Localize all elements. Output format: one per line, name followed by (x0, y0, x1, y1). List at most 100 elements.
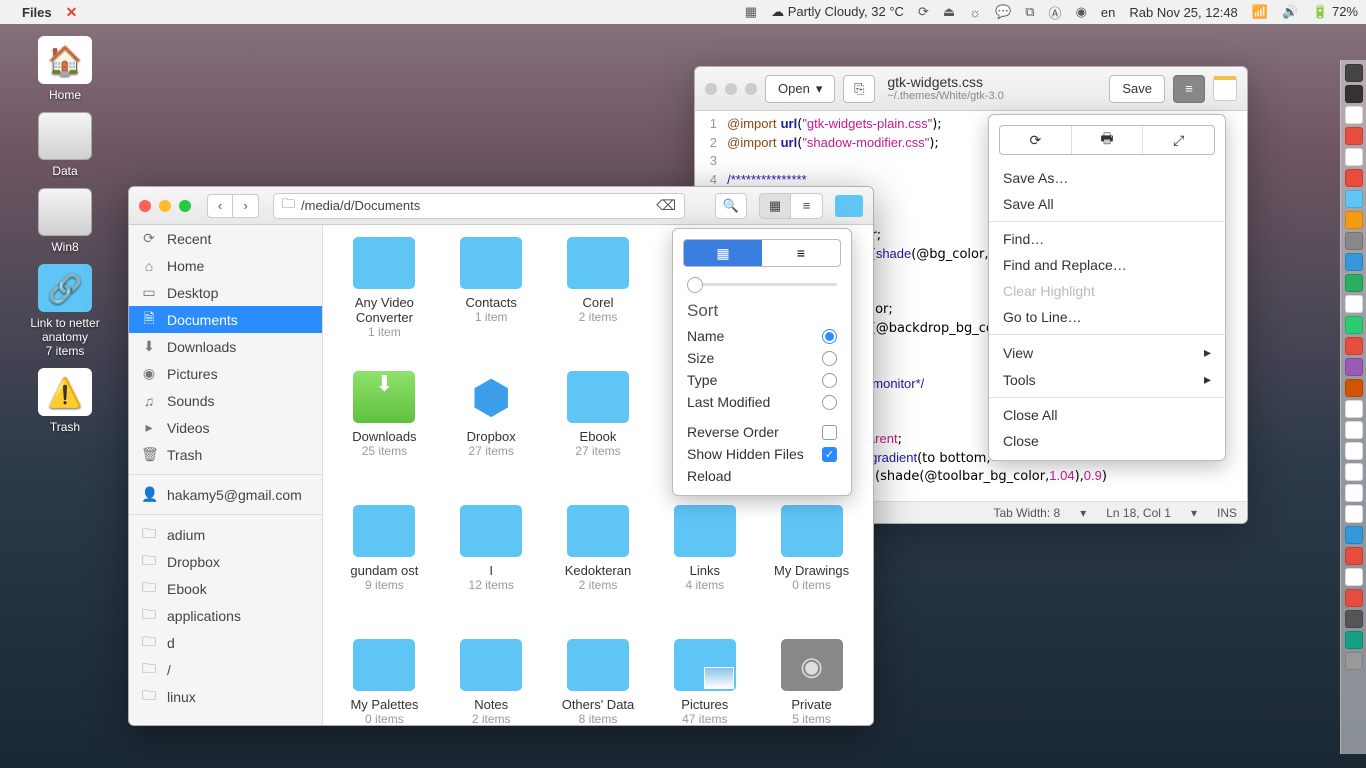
close-icon[interactable]: ✕ (66, 4, 78, 21)
dock-item[interactable] (1345, 127, 1363, 145)
chat-icon[interactable]: 💬 (995, 4, 1011, 20)
a11y-icon[interactable]: Ⓐ (1049, 3, 1062, 22)
clock[interactable]: Rab Nov 25, 12:48 (1129, 5, 1237, 20)
workspace-icon[interactable]: ⧉ (1025, 4, 1034, 20)
dock-item[interactable] (1345, 253, 1363, 271)
zoom-slider[interactable] (687, 277, 837, 291)
desktop-drive-data[interactable]: Data (20, 112, 110, 178)
path-bar[interactable]: 🗀 /media/d/Documents ⌫ (273, 193, 685, 219)
list-view-button[interactable]: ≡ (791, 193, 823, 219)
sidebar-bookmark[interactable]: 🗀/ (129, 656, 322, 683)
dock-item[interactable] (1345, 568, 1363, 586)
grid-icon[interactable]: ▦ (745, 4, 757, 20)
dock-item[interactable] (1345, 400, 1363, 418)
reverse-order-row[interactable]: Reverse Order (673, 421, 851, 443)
sidebar-bookmark[interactable]: 🗀linux (129, 683, 322, 710)
dock-item[interactable] (1345, 421, 1363, 439)
file-item[interactable]: Others' Data8 items (547, 639, 650, 725)
file-item[interactable]: Kedokteran2 items (547, 505, 650, 635)
menu-save-as[interactable]: Save As… (989, 165, 1225, 191)
forward-button[interactable]: › (233, 194, 259, 218)
sidebar-bookmark[interactable]: 🗀Dropbox (129, 548, 322, 575)
dock-item[interactable] (1345, 652, 1363, 670)
menu-goto-line[interactable]: Go to Line… (989, 304, 1225, 330)
menu-find[interactable]: Find… (989, 226, 1225, 252)
reverse-checkbox[interactable] (822, 425, 837, 440)
dock-item[interactable] (1345, 463, 1363, 481)
hidden-checkbox[interactable]: ✓ (822, 447, 837, 462)
file-item[interactable]: Pictures47 items (653, 639, 756, 725)
wifi-icon[interactable]: 📶 (1252, 4, 1268, 20)
sidebar-item[interactable]: ⟳Recent (129, 225, 322, 252)
file-item[interactable]: ⬢Dropbox27 items (440, 371, 543, 501)
sort-option[interactable]: Type (673, 369, 851, 391)
dock-item[interactable] (1345, 169, 1363, 187)
sidebar-bookmark[interactable]: 🗀d (129, 629, 322, 656)
file-item[interactable]: Contacts1 item (440, 237, 543, 367)
desktop-trash[interactable]: ⚠️Trash (20, 368, 110, 434)
brightness-icon[interactable]: ☼ (969, 5, 981, 20)
dock-item[interactable] (1345, 631, 1363, 649)
search-button[interactable]: 🔍 (715, 193, 747, 219)
sort-option[interactable]: Size (673, 347, 851, 369)
sidebar-bookmark[interactable]: 🗀Ebook (129, 575, 322, 602)
sync-icon[interactable]: ⟳ (918, 4, 929, 20)
dock-item[interactable] (1345, 526, 1363, 544)
show-hidden-row[interactable]: Show Hidden Files✓ (673, 443, 851, 465)
save-button[interactable]: Save (1109, 75, 1165, 103)
dock-item[interactable] (1345, 106, 1363, 124)
dock-item[interactable] (1345, 190, 1363, 208)
dock-item[interactable] (1345, 85, 1363, 103)
menu-save-all[interactable]: Save All (989, 191, 1225, 217)
sidebar-account[interactable]: 👤hakamy5@gmail.com (129, 481, 322, 508)
print-button[interactable]: 🖶 (1071, 126, 1143, 154)
dock-item[interactable] (1345, 505, 1363, 523)
dock-item[interactable] (1345, 337, 1363, 355)
lang-indicator[interactable]: en (1101, 5, 1115, 20)
sidebar-item[interactable]: ◉Pictures (129, 360, 322, 387)
new-tab-button[interactable]: ⎘ (843, 75, 875, 103)
reload-row[interactable]: Reload (673, 465, 851, 487)
back-button[interactable]: ‹ (207, 194, 233, 218)
gedit-traffic[interactable] (705, 83, 757, 95)
cursor-pos[interactable]: Ln 18, Col 1 (1106, 506, 1171, 520)
open-button[interactable]: Open ▾ (765, 75, 835, 103)
sidebar-item[interactable]: ▸Videos (129, 414, 322, 441)
location-icon[interactable]: ◉ (1076, 4, 1087, 20)
dock-item[interactable] (1345, 211, 1363, 229)
view-grid-toggle[interactable]: ▦ (684, 240, 762, 266)
dock-item[interactable] (1345, 358, 1363, 376)
sidebar-item[interactable]: ♫Sounds (129, 387, 322, 414)
dock-item[interactable] (1345, 589, 1363, 607)
dock-item[interactable] (1345, 316, 1363, 334)
fullscreen-button[interactable]: ⤢ (1142, 126, 1214, 154)
reload-button[interactable]: ⟳ (1000, 126, 1071, 154)
view-list-toggle[interactable]: ≡ (762, 240, 840, 266)
file-item[interactable]: ◉Private5 items (760, 639, 863, 725)
sidebar-item[interactable]: ▭Desktop (129, 279, 322, 306)
file-item[interactable]: ⬇Downloads25 items (333, 371, 436, 501)
file-item[interactable]: Ebook27 items (547, 371, 650, 501)
file-item[interactable]: My Palettes0 items (333, 639, 436, 725)
new-folder-button[interactable] (835, 195, 863, 217)
desktop-link-folder[interactable]: 🔗Link to netter anatomy7 items (20, 264, 110, 358)
menu-find-replace[interactable]: Find and Replace… (989, 252, 1225, 278)
desktop-drive-win8[interactable]: Win8 (20, 188, 110, 254)
file-item[interactable]: gundam ost9 items (333, 505, 436, 635)
menu-tools[interactable]: Tools▸ (989, 366, 1225, 393)
sidebar-item[interactable]: ⬇Downloads (129, 333, 322, 360)
file-item[interactable]: I12 items (440, 505, 543, 635)
dock-item[interactable] (1345, 148, 1363, 166)
dock-item[interactable] (1345, 547, 1363, 565)
notepad-icon[interactable] (1213, 77, 1237, 101)
dock-item[interactable] (1345, 64, 1363, 82)
dock-item[interactable] (1345, 442, 1363, 460)
volume-icon[interactable]: 🔊 (1282, 4, 1298, 20)
menu-close[interactable]: Close (989, 428, 1225, 454)
app-name[interactable]: Files (22, 5, 52, 20)
files-traffic[interactable] (139, 200, 191, 212)
dock-item[interactable] (1345, 274, 1363, 292)
dock-item[interactable] (1345, 484, 1363, 502)
file-item[interactable]: Links4 items (653, 505, 756, 635)
sidebar-item[interactable]: 🗑Trash (129, 441, 322, 468)
